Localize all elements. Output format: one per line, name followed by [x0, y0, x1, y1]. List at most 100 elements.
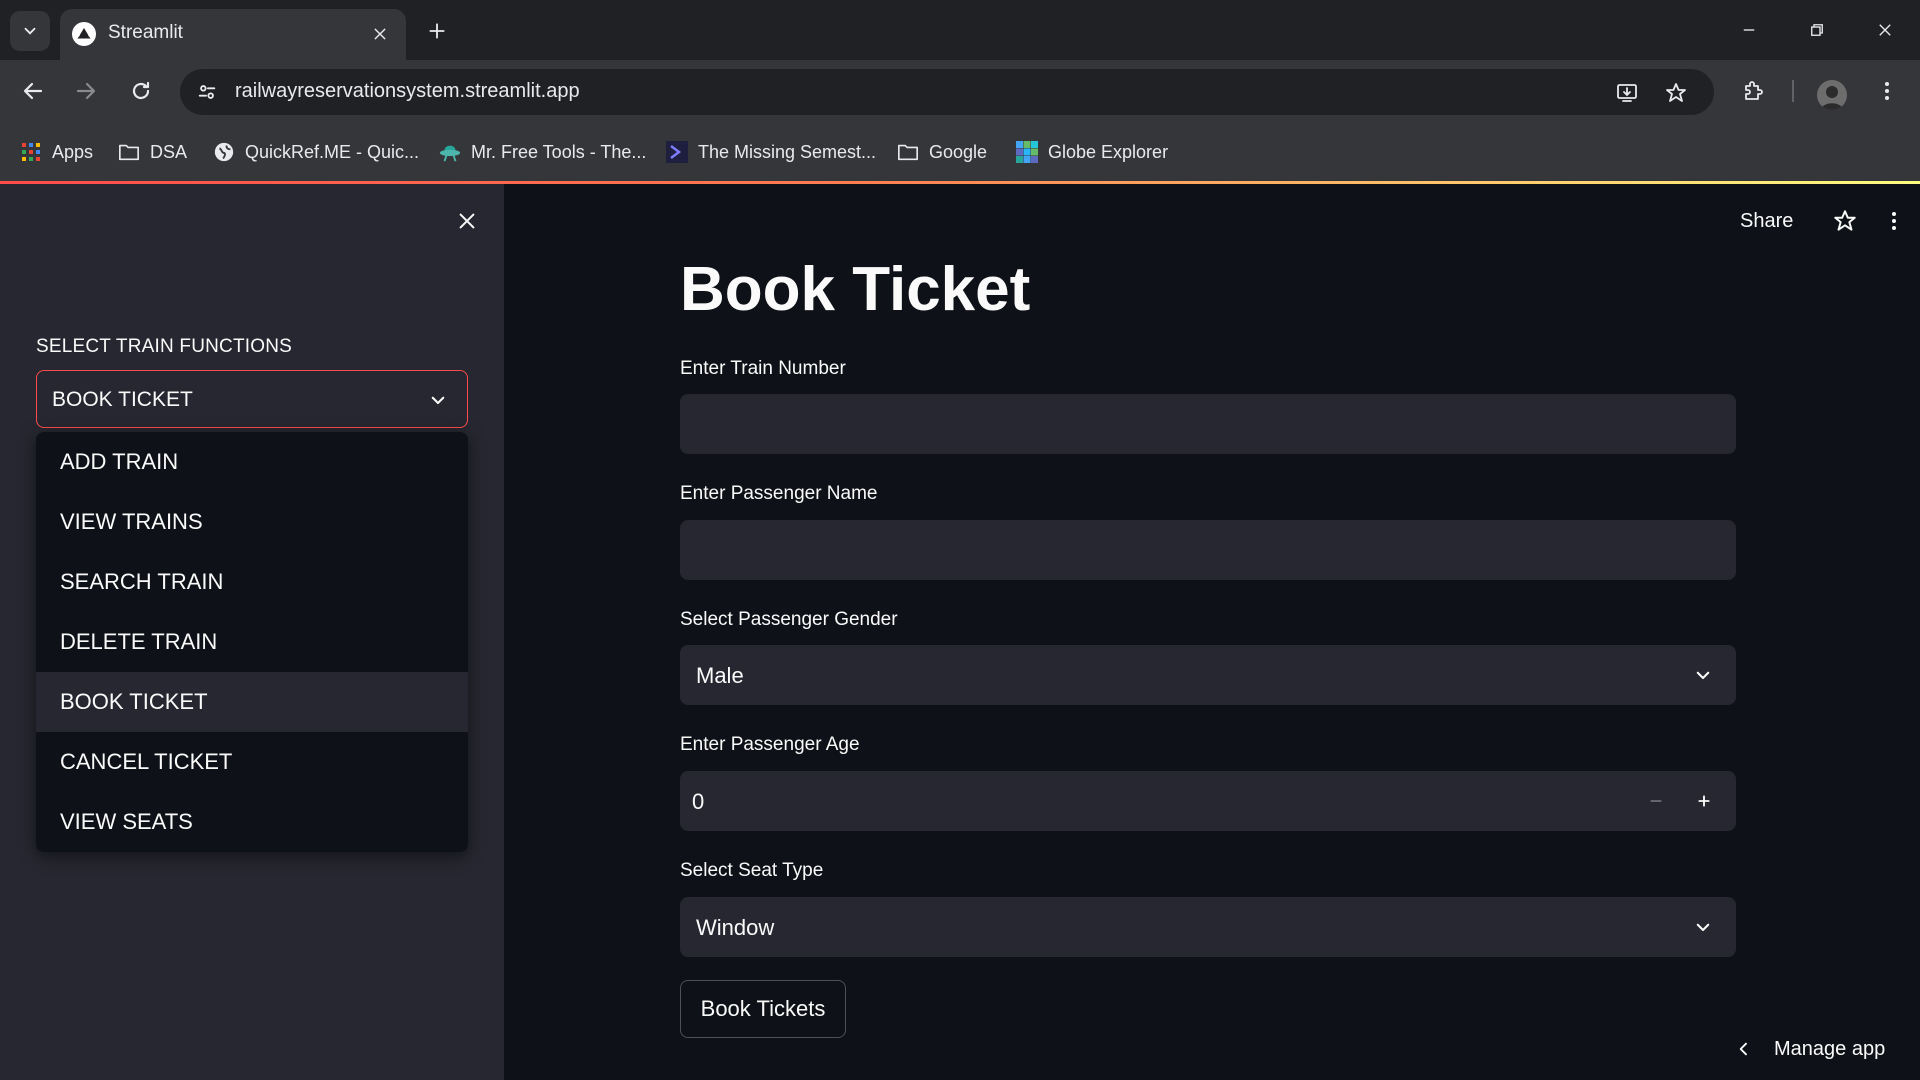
- chevron-left-icon: [1739, 1042, 1747, 1056]
- plus-icon: [1698, 795, 1710, 807]
- page-title: Book Ticket: [680, 255, 1031, 324]
- browser-tab-strip: Streamlit: [0, 0, 1920, 60]
- passenger-name-label: Enter Passenger Name: [680, 483, 878, 504]
- close-icon: [459, 213, 475, 229]
- kebab-menu-icon: [1885, 82, 1889, 100]
- chevron-down-icon: [1692, 916, 1714, 938]
- close-window-button[interactable]: [1860, 10, 1910, 50]
- passenger-name-input[interactable]: [680, 520, 1736, 580]
- site-info-icon[interactable]: [192, 77, 222, 107]
- train-number-label: Enter Train Number: [680, 358, 846, 379]
- bookmarks-bar: Apps DSA QuickRef.ME - Quic... Mr. Free …: [0, 122, 1920, 182]
- manage-app-label: Manage app: [1774, 1037, 1886, 1060]
- sidebar-close-button[interactable]: [452, 206, 482, 236]
- folder-icon: [118, 141, 140, 163]
- gender-label: Select Passenger Gender: [680, 609, 898, 630]
- plus-icon: [429, 23, 445, 39]
- tab-title: Streamlit: [108, 22, 183, 43]
- decrement-button[interactable]: [1638, 783, 1674, 819]
- seat-type-select[interactable]: Window: [680, 897, 1736, 957]
- globe-icon: [213, 141, 235, 163]
- manage-app-button[interactable]: Manage app: [1736, 1034, 1885, 1064]
- address-bar[interactable]: railwayreservationsystem.streamlit.app: [180, 69, 1714, 115]
- select-train-functions-label: SELECT TRAIN FUNCTIONS: [36, 336, 293, 357]
- app-menu-button[interactable]: [1882, 206, 1912, 236]
- folder-icon: [897, 141, 919, 163]
- bookmark-google[interactable]: Google: [897, 135, 987, 169]
- reload-button[interactable]: [123, 73, 159, 109]
- bookmark-mr-free-tools[interactable]: Mr. Free Tools - The...: [439, 135, 646, 169]
- option-search-train[interactable]: SEARCH TRAIN: [36, 552, 468, 612]
- minimize-button[interactable]: [1724, 10, 1774, 50]
- close-icon: [1879, 24, 1891, 36]
- browser-menu-button[interactable]: [1869, 73, 1905, 109]
- gender-value: Male: [696, 663, 744, 688]
- install-app-icon[interactable]: [1612, 78, 1642, 108]
- option-book-ticket[interactable]: BOOK TICKET: [36, 672, 468, 732]
- bookmark-label: DSA: [150, 141, 188, 162]
- bookmark-dsa[interactable]: DSA: [118, 135, 187, 169]
- bookmark-label: Globe Explorer: [1048, 141, 1169, 162]
- bookmark-label: The Missing Semest...: [698, 141, 877, 162]
- bookmark-globe-explorer[interactable]: Globe Explorer: [1016, 135, 1168, 169]
- toolbar-divider: [1792, 80, 1794, 102]
- main-content: Share Book Ticket Enter Train Number Ent…: [504, 184, 1920, 1080]
- extensions-button[interactable]: [1735, 73, 1771, 109]
- option-view-seats[interactable]: VIEW SEATS: [36, 792, 468, 852]
- star-icon: [1834, 210, 1856, 231]
- minimize-icon: [1743, 29, 1755, 31]
- chevron-down-icon: [427, 389, 449, 411]
- option-add-train[interactable]: ADD TRAIN: [36, 432, 468, 492]
- bookmark-label: Apps: [52, 141, 94, 162]
- url-text[interactable]: railwayreservationsystem.streamlit.app: [235, 80, 580, 103]
- favorite-star-button[interactable]: [1832, 206, 1862, 236]
- function-dropdown-menu: ADD TRAIN VIEW TRAINS SEARCH TRAIN DELET…: [36, 432, 468, 852]
- new-tab-button[interactable]: [420, 14, 454, 48]
- share-label: Share: [1740, 209, 1794, 232]
- browser-tab[interactable]: Streamlit: [60, 9, 406, 60]
- bookmark-label: QuickRef.ME - Quic...: [245, 141, 420, 162]
- bookmark-apps[interactable]: Apps: [20, 135, 93, 169]
- globe-explorer-icon: [1016, 141, 1038, 163]
- bookmark-missing-semester[interactable]: The Missing Semest...: [666, 135, 876, 169]
- book-tickets-button[interactable]: Book Tickets: [680, 980, 846, 1038]
- share-button[interactable]: Share: [1740, 206, 1793, 236]
- arrow-left-icon: [23, 82, 43, 100]
- train-function-select[interactable]: BOOK TICKET: [36, 370, 468, 428]
- arrow-right-icon: [76, 82, 96, 100]
- puzzle-icon: [1745, 81, 1763, 100]
- minus-icon: [1650, 800, 1662, 802]
- ufo-icon: [439, 141, 461, 163]
- tab-search-button[interactable]: [10, 11, 50, 51]
- age-value: 0: [692, 789, 705, 814]
- train-number-input[interactable]: [680, 394, 1736, 454]
- terminal-icon: [666, 141, 688, 163]
- apps-grid-icon: [20, 141, 42, 163]
- option-view-trains[interactable]: VIEW TRAINS: [36, 492, 468, 552]
- selected-function: BOOK TICKET: [52, 388, 193, 411]
- chevron-down-icon: [24, 27, 36, 35]
- reload-icon: [132, 81, 150, 100]
- profile-avatar[interactable]: [1817, 80, 1847, 110]
- bookmark-label: Google: [929, 141, 988, 162]
- age-label: Enter Passenger Age: [680, 734, 860, 755]
- restore-button[interactable]: [1792, 10, 1842, 50]
- forward-button[interactable]: [68, 73, 104, 109]
- option-delete-train[interactable]: DELETE TRAIN: [36, 612, 468, 672]
- bookmark-label: Mr. Free Tools - The...: [471, 141, 647, 162]
- streamlit-favicon-icon: [72, 22, 96, 46]
- kebab-menu-icon: [1892, 212, 1896, 230]
- bookmark-star-icon[interactable]: [1661, 78, 1691, 108]
- tab-close-icon[interactable]: [368, 22, 392, 46]
- bookmark-quickref[interactable]: QuickRef.ME - Quic...: [213, 135, 419, 169]
- restore-icon: [1811, 24, 1823, 36]
- browser-toolbar: railwayreservationsystem.streamlit.app: [0, 60, 1920, 122]
- chevron-down-icon: [1692, 664, 1714, 686]
- age-number-input[interactable]: 0: [680, 771, 1736, 831]
- increment-button[interactable]: [1686, 783, 1722, 819]
- back-button[interactable]: [15, 73, 51, 109]
- seat-type-label: Select Seat Type: [680, 860, 824, 881]
- gender-select[interactable]: Male: [680, 645, 1736, 705]
- sidebar: SELECT TRAIN FUNCTIONS BOOK TICKET ADD T…: [0, 184, 504, 1080]
- option-cancel-ticket[interactable]: CANCEL TICKET: [36, 732, 468, 792]
